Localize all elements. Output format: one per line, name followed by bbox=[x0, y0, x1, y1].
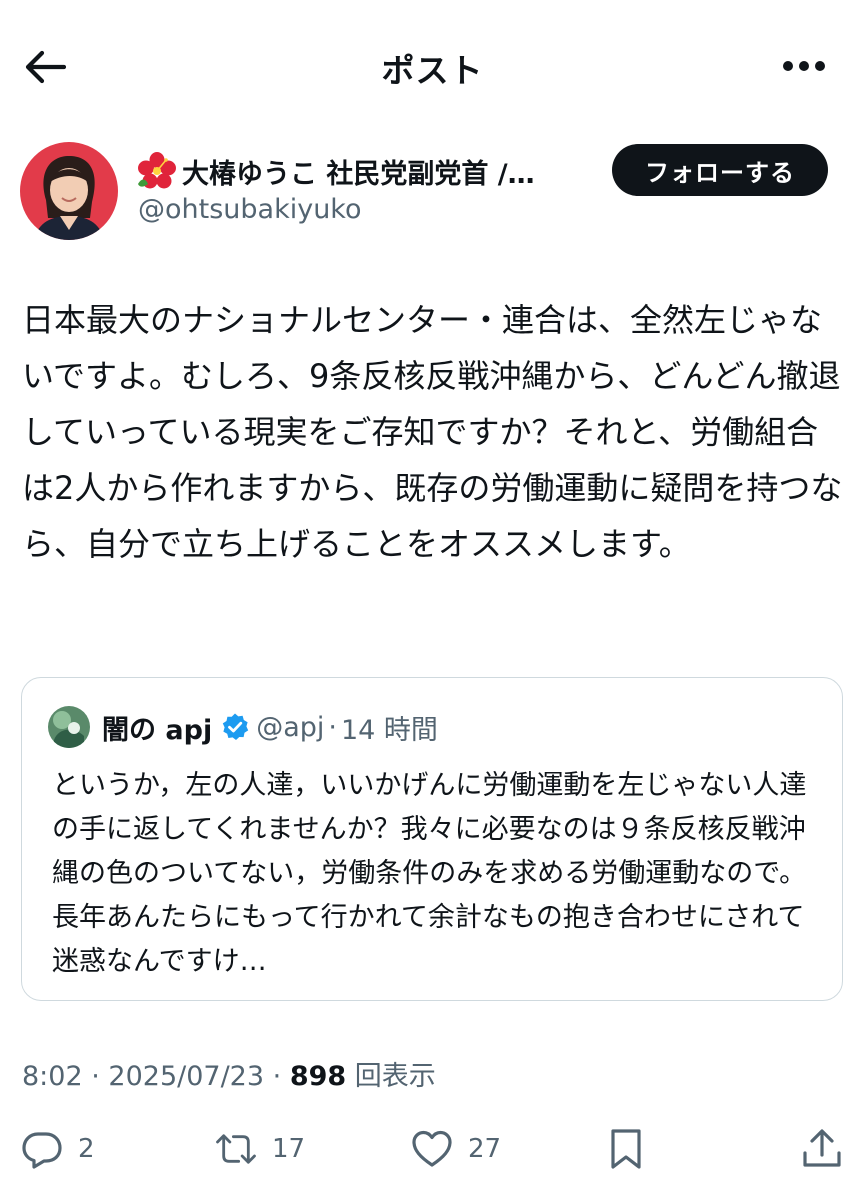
quoted-post-header: 闇の apj @apj · 14 時間 bbox=[102, 706, 438, 748]
quoted-author-avatar bbox=[48, 706, 90, 748]
post-meta: 8:02 · 2025/07/23 · 898 回表示 bbox=[22, 1054, 436, 1093]
author-name: 大椿ゆうこ 社民党副党首 /… bbox=[182, 158, 535, 190]
bookmark-button[interactable] bbox=[604, 1118, 648, 1180]
repost-button[interactable]: 17 bbox=[214, 1118, 305, 1180]
verified-icon bbox=[223, 713, 249, 740]
bookmark-icon bbox=[611, 1129, 641, 1169]
like-count: 27 bbox=[468, 1134, 502, 1164]
author-avatar[interactable] bbox=[20, 142, 118, 240]
author-handle[interactable]: @ohtsubakiyuko bbox=[138, 194, 362, 225]
more-icon bbox=[783, 61, 825, 71]
views-label: 回表示 bbox=[354, 1061, 436, 1092]
reply-button[interactable]: 2 bbox=[20, 1118, 95, 1180]
share-icon bbox=[803, 1129, 841, 1167]
post-detail-page: ポスト 大椿ゆうこ 社民党副党首 /… @ohtsubakiyuko フォローす… bbox=[0, 0, 865, 1200]
top-bar: ポスト bbox=[0, 0, 865, 132]
quoted-post-time: 14 時間 bbox=[340, 714, 438, 746]
share-button[interactable] bbox=[800, 1118, 844, 1180]
quoted-post-card[interactable]: 闇の apj @apj · 14 時間 というか，左の人達，いいかげんに労働運動… bbox=[21, 677, 843, 1001]
quoted-author-handle: @apj bbox=[256, 711, 325, 743]
post-time: 8:02 bbox=[22, 1061, 83, 1092]
page-title: ポスト bbox=[381, 51, 484, 90]
flower-icon bbox=[138, 152, 176, 189]
action-bar: 2 17 27 bbox=[0, 1118, 865, 1180]
post-text: 日本最大のナショナルセンター・連合は、全然左じゃないですよ。むしろ、9条反核反戦… bbox=[22, 301, 843, 563]
separator-dot: · bbox=[91, 1061, 100, 1092]
separator-dot: · bbox=[272, 1061, 282, 1092]
author-name-row[interactable]: 大椿ゆうこ 社民党副党首 /… bbox=[136, 150, 596, 192]
quoted-post-text: というか，左の人達，いいかげんに労働運動を左じゃない人達の手に返してくれませんか… bbox=[52, 770, 807, 977]
more-button[interactable] bbox=[779, 46, 829, 86]
reply-icon bbox=[22, 1132, 62, 1169]
follow-button[interactable]: フォローする bbox=[612, 144, 828, 196]
quoted-author-name: 闇の apj bbox=[102, 714, 213, 746]
separator-dot: · bbox=[328, 711, 337, 743]
reply-count: 2 bbox=[78, 1134, 95, 1164]
like-icon bbox=[412, 1130, 452, 1167]
repost-count: 17 bbox=[272, 1134, 306, 1164]
like-button[interactable]: 27 bbox=[410, 1118, 501, 1180]
post-date: 2025/07/23 bbox=[108, 1061, 265, 1092]
views-count: 898 bbox=[289, 1061, 347, 1092]
repost-icon bbox=[216, 1134, 256, 1164]
